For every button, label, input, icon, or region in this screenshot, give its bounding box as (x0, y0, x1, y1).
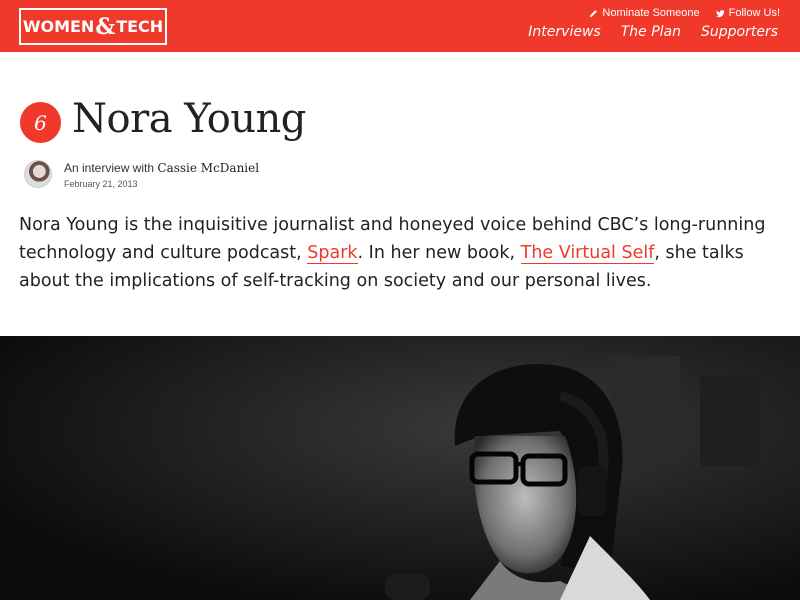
pencil-icon (590, 9, 598, 17)
site-header: WOMEN & TECH Nominate Someone Follow Us!… (0, 0, 800, 52)
publish-date: February 21, 2013 (64, 179, 138, 189)
author-name: Cassie McDaniel (157, 161, 260, 175)
logo-text-women: WOMEN (22, 17, 95, 36)
follow-label: Follow Us! (728, 7, 780, 19)
intro-paragraph: Nora Young is the inquisitive journalist… (19, 211, 784, 295)
site-logo[interactable]: WOMEN & TECH (19, 8, 167, 45)
author-avatar (24, 160, 52, 188)
interview-number-badge: 6 (20, 102, 61, 143)
nominate-label: Nominate Someone (602, 7, 700, 19)
utility-links: Nominate Someone Follow Us! (589, 7, 780, 19)
main-nav: Interviews The Plan Supporters (528, 24, 778, 40)
nominate-link[interactable]: Nominate Someone (589, 7, 700, 19)
spark-link[interactable]: Spark (307, 243, 358, 264)
logo-text-tech: TECH (116, 17, 164, 36)
intro-text-2: . In her new book, (357, 243, 521, 263)
byline-prefix: An interview with (64, 161, 155, 175)
nav-supporters[interactable]: Supporters (701, 24, 778, 40)
twitter-bird-icon (715, 9, 725, 17)
follow-link[interactable]: Follow Us! (715, 7, 780, 19)
byline: An interview with Cassie McDaniel (64, 161, 259, 175)
logo-ampersand: & (95, 13, 116, 40)
page-title: Nora Young (72, 96, 306, 142)
hero-photo (0, 336, 800, 600)
virtual-self-link[interactable]: The Virtual Self (520, 243, 655, 264)
nav-the-plan[interactable]: The Plan (621, 24, 681, 40)
nav-interviews[interactable]: Interviews (528, 24, 600, 40)
portrait-image (0, 336, 800, 600)
